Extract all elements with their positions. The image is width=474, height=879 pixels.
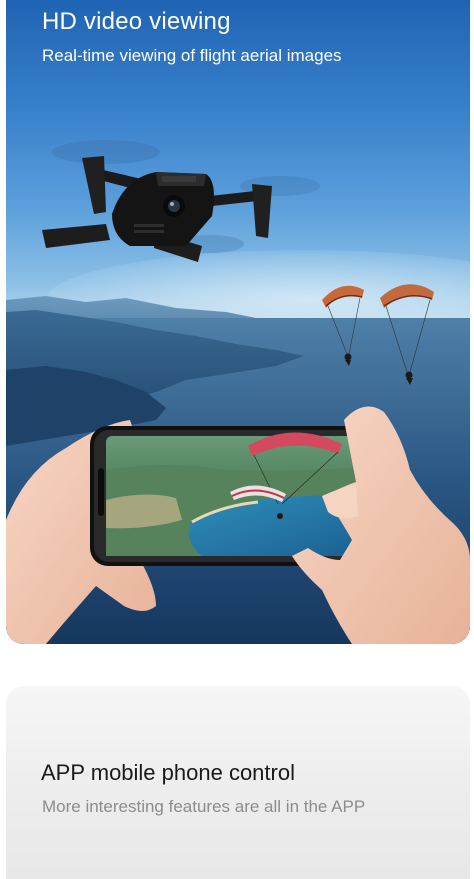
card-subtitle: More interesting features are all in the…: [42, 797, 366, 816]
hero-subtitle: Real-time viewing of flight aerial image…: [42, 46, 342, 65]
card-title: APP mobile phone control: [41, 760, 295, 785]
aerial-scene-illustration: [6, 140, 470, 644]
hero-title: HD video viewing: [42, 8, 231, 35]
page: HD video viewing Real-time viewing of fl…: [0, 0, 474, 879]
app-control-card: APP mobile phone control More interestin…: [6, 686, 470, 879]
hd-video-panel: HD video viewing Real-time viewing of fl…: [6, 0, 470, 644]
drone-icon: [42, 140, 320, 262]
